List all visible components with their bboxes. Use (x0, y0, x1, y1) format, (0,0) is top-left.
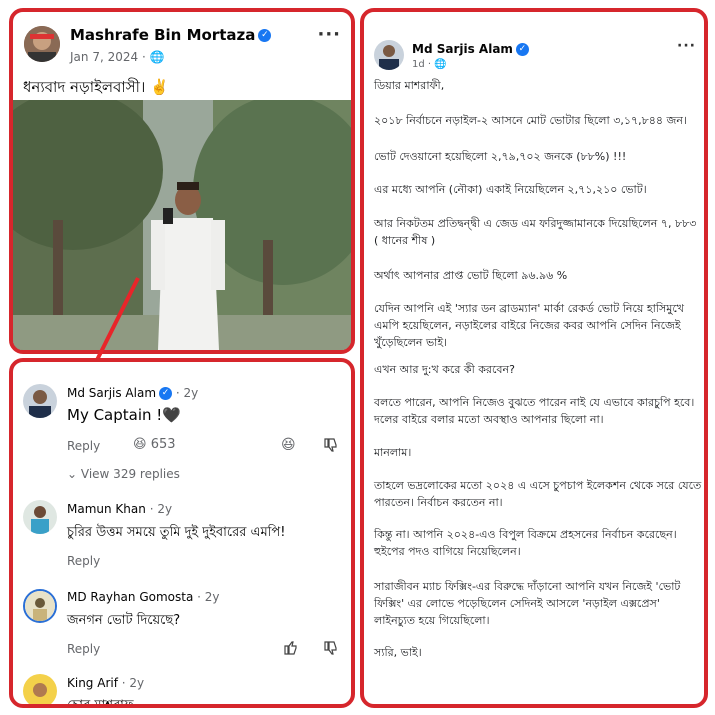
post-paragraph: আর নিকটতম প্রতিদ্বন্দ্বী এ জেড এম ফরিদুজ… (374, 217, 697, 247)
comment-time: · 2y (175, 386, 199, 400)
view-replies-label: View 329 replies (80, 467, 180, 481)
post-paragraph: বলতে পারেন, আপনি নিজেও বুঝতে পারেন নাই য… (374, 396, 695, 426)
reaction-count: 653 (150, 437, 176, 452)
laugh-react-icon[interactable]: 😆 (281, 437, 296, 453)
post-paragraph: যেদিন আপনি এই 'স্যার ডন ব্রাডম্যান' মার্… (374, 302, 685, 349)
commenter-name[interactable]: Md Sarjis Alam (67, 386, 156, 400)
reaction-summary[interactable]: 😆 653 (133, 437, 176, 452)
comment-author[interactable]: Md Sarjis Alam ✓ · 2y (67, 386, 198, 400)
author-avatar[interactable] (24, 26, 60, 62)
comment-time: · 2y (149, 502, 173, 516)
post-paragraph: স্যরি, ভাই। (374, 646, 422, 659)
dislike-icon[interactable] (323, 437, 337, 456)
author-avatar[interactable] (374, 40, 404, 70)
post-paragraph: ভোট দেওয়ানো হয়েছিলো ২,৭৯,৭০২ জনকে (৮৮%… (374, 150, 627, 163)
post-date[interactable]: 1d (412, 59, 425, 70)
more-options-icon[interactable]: ··· (677, 38, 696, 54)
commenter-avatar[interactable] (23, 674, 57, 704)
comment-author[interactable]: King Arif · 2y (67, 676, 144, 690)
post-paragraph: কিন্তু না। আপনি ২০২৪-এও বিপুল বিক্রমে প্… (374, 528, 677, 558)
post-paragraph: সারাজীবন ম্যাচ ফিক্সিং-এর বিরুদ্ধে দাঁড়… (374, 580, 681, 627)
commenter-avatar[interactable] (23, 589, 57, 623)
post-meta: 1d · 🌐 (412, 59, 447, 70)
commenter-name[interactable]: Mamun Khan (67, 502, 146, 516)
post-paragraph: এর মধ্যে আপনি (নৌকা) একাই নিয়েছিলেন ২,৭… (374, 183, 647, 196)
chevron-down-icon: ⌄ (67, 467, 78, 481)
verified-icon: ✓ (258, 29, 272, 42)
avatar-image (23, 500, 57, 534)
meta-separator: · (141, 50, 146, 64)
comment-author[interactable]: Mamun Khan · 2y (67, 502, 172, 516)
verified-icon: ✓ (159, 387, 173, 400)
post-date[interactable]: Jan 7, 2024 (70, 50, 138, 64)
post-text: ধন্যবাদ নড়াইলবাসী। ✌️ (23, 78, 169, 96)
commenter-name[interactable]: King Arif (67, 676, 118, 690)
dislike-icon[interactable] (323, 640, 337, 659)
reply-button[interactable]: Reply (67, 642, 100, 656)
avatar-image (23, 384, 57, 418)
comment-text: My Captain !🖤 (67, 406, 181, 424)
comment-time: · 2y (121, 676, 145, 690)
globe-icon: 🌐 (434, 59, 447, 70)
comment-text: চুরির উত্তম সময়ে তুমি দুই দুইবারের এমপি… (67, 525, 286, 540)
avatar-image (24, 26, 60, 62)
more-options-icon[interactable]: ··· (317, 24, 341, 45)
globe-icon: 🌐 (149, 50, 165, 64)
comment-text: জনগন ভোট দিয়েছে? (67, 613, 181, 628)
author-name[interactable]: Md Sarjis Alam (412, 42, 513, 56)
post-paragraph: ডিয়ার মাশরাফী, (374, 79, 445, 92)
author-name[interactable]: Mashrafe Bin Mortaza (70, 26, 255, 44)
post-paragraph: তাহলে ভদ্রলোকের মতো ২০২৪ এ এসে চুপচাপ ইল… (374, 479, 702, 509)
post-author[interactable]: Mashrafe Bin Mortaza ✓ (70, 26, 272, 44)
sarjis-post-panel: Md Sarjis Alam ✓ 1d · 🌐 ··· ডিয়ার মাশরাফ… (360, 8, 708, 708)
avatar-image (23, 674, 57, 704)
commenter-avatar[interactable] (23, 384, 57, 418)
comment-author[interactable]: MD Rayhan Gomosta · 2y (67, 590, 220, 604)
avatar-image (374, 40, 404, 70)
view-replies-link[interactable]: ⌄ View 329 replies (67, 467, 180, 481)
avatar-image (25, 591, 55, 621)
reply-button[interactable]: Reply (67, 554, 100, 568)
post-paragraph: অর্থাৎ আপনার প্রাপ্ত ভোট ছিলো ৯৬.৯৬ % (374, 269, 568, 282)
post-paragraph: মানলাম। (374, 446, 412, 459)
post-author[interactable]: Md Sarjis Alam ✓ (412, 42, 529, 56)
comments-panel: Md Sarjis Alam ✓ · 2y My Captain !🖤 Reply… (9, 358, 355, 708)
comment-text: চোর মাশরাফ (67, 698, 134, 708)
verified-icon: ✓ (515, 43, 529, 56)
comment-time: · 2y (197, 590, 220, 604)
like-icon[interactable] (283, 640, 297, 659)
post-meta: Jan 7, 2024 · 🌐 (70, 50, 165, 64)
commenter-avatar[interactable] (23, 500, 57, 534)
commenter-name[interactable]: MD Rayhan Gomosta (67, 590, 193, 604)
post-paragraph: এখন আর দু:খ করে কী করবেন? (374, 363, 515, 376)
reply-button[interactable]: Reply (67, 439, 100, 453)
post-paragraph: ২০১৮ নির্বাচনে নড়াইল-২ আসনে মোট ভোটার ছ… (374, 114, 687, 127)
meta-separator: · (427, 59, 432, 70)
laugh-reaction-icon: 😆 (133, 437, 147, 452)
